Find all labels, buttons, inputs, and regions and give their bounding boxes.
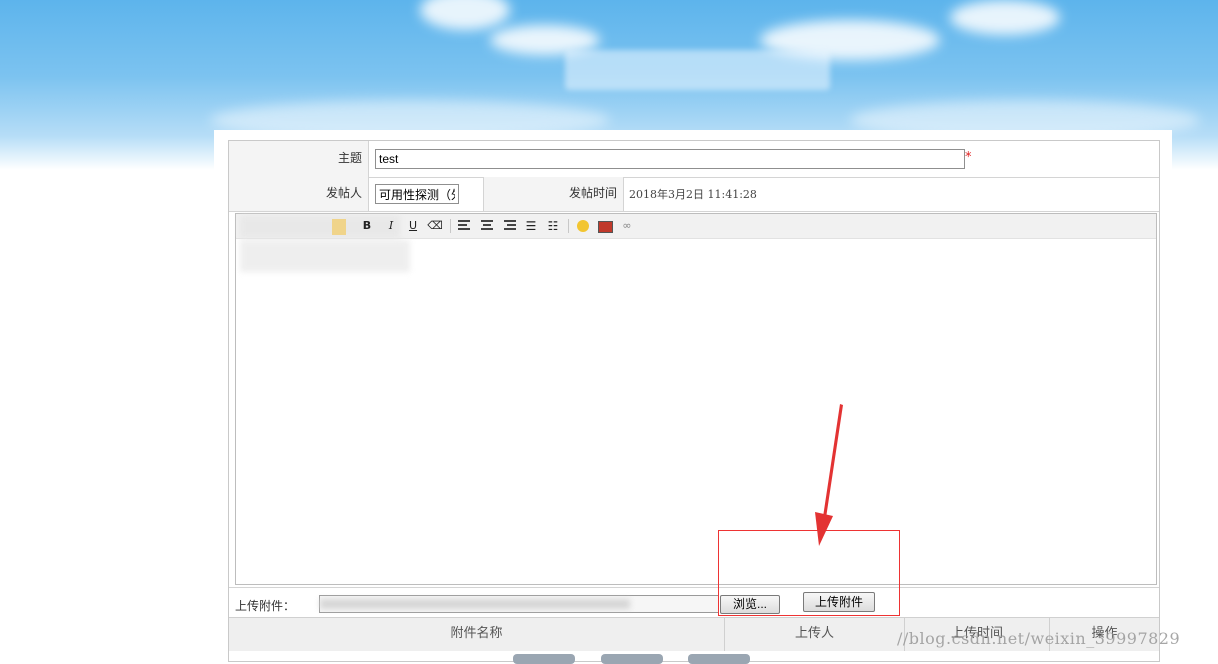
post-time-value: 2018年3月2日 11:41:28 bbox=[629, 188, 757, 201]
site-title-blurred bbox=[565, 50, 830, 90]
poster-label: 发帖人 bbox=[229, 177, 369, 211]
subject-row: 主题 * bbox=[229, 141, 1159, 178]
poster-row: 发帖人 发帖时间 2018年3月2日 11:41:28 bbox=[229, 177, 1159, 212]
file-path-blurred bbox=[320, 599, 630, 609]
post-time-label: 发帖时间 bbox=[484, 177, 624, 211]
toolbar-blurred-area bbox=[240, 216, 400, 238]
toolbar-separator bbox=[568, 219, 569, 233]
rich-text-editor[interactable]: B I U ⌫ ☰ ☷ ∞ bbox=[235, 213, 1157, 585]
italic-button[interactable]: I bbox=[382, 218, 400, 234]
bottom-button-2[interactable] bbox=[601, 654, 663, 664]
toolbar-separator bbox=[450, 219, 451, 233]
align-right-icon[interactable] bbox=[500, 218, 518, 234]
file-path-input[interactable] bbox=[319, 595, 719, 613]
column-header-name: 附件名称 bbox=[229, 617, 725, 651]
subject-label: 主题 bbox=[229, 141, 369, 177]
editor-toolbar: B I U ⌫ ☰ ☷ ∞ bbox=[236, 214, 1156, 239]
align-center-icon[interactable] bbox=[478, 218, 496, 234]
bottom-button-1[interactable] bbox=[513, 654, 575, 664]
emoticon-icon[interactable] bbox=[574, 218, 592, 234]
bold-button[interactable]: B bbox=[358, 218, 376, 234]
column-header-uploader: 上传人 bbox=[725, 617, 905, 651]
divider bbox=[229, 587, 1159, 588]
upload-label: 上传附件： bbox=[235, 599, 296, 613]
align-left-icon[interactable] bbox=[456, 218, 474, 234]
ordered-list-icon[interactable]: ☰ bbox=[522, 218, 540, 234]
poster-input[interactable] bbox=[375, 184, 459, 204]
annotation-arrow-icon bbox=[815, 404, 843, 546]
insert-image-icon[interactable] bbox=[596, 218, 614, 234]
subject-input[interactable] bbox=[375, 149, 965, 169]
link-icon[interactable]: ∞ bbox=[618, 218, 636, 234]
underline-button[interactable]: U bbox=[404, 218, 422, 234]
editor-blurred-content bbox=[240, 240, 410, 272]
unordered-list-icon[interactable]: ☷ bbox=[544, 218, 562, 234]
bottom-button-3[interactable] bbox=[688, 654, 750, 664]
required-mark: * bbox=[965, 150, 972, 165]
eraser-icon[interactable]: ⌫ bbox=[426, 218, 444, 234]
font-color-icon[interactable] bbox=[332, 219, 346, 235]
watermark: //blog.csdn.net/weixin_39997829 bbox=[897, 629, 1181, 648]
post-form: 主题 * 发帖人 发帖时间 2018年3月2日 11:41:28 B I U ⌫… bbox=[228, 140, 1160, 662]
